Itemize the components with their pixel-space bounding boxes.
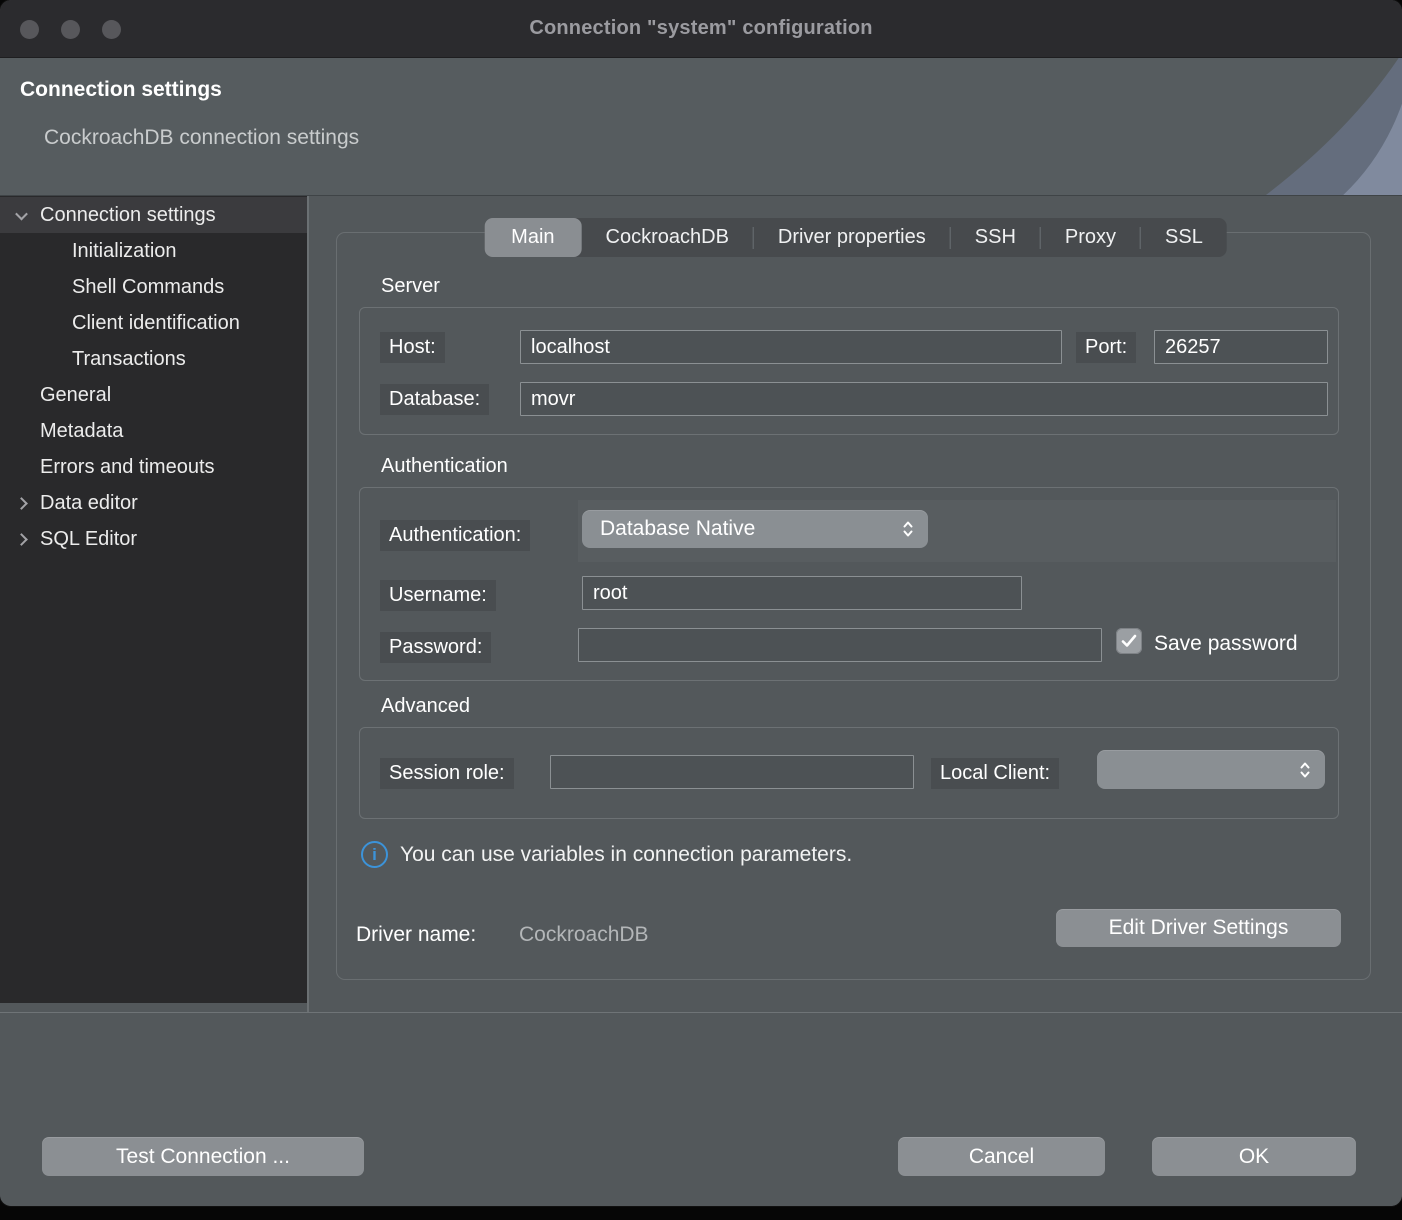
main-tab-panel: Server Host: Port: Database: Authenticat… xyxy=(336,232,1371,980)
page-subtitle: CockroachDB connection settings xyxy=(44,126,359,150)
username-input[interactable] xyxy=(582,576,1022,610)
driver-name-label: Driver name: xyxy=(356,923,476,947)
sidebar-item-transactions[interactable]: Transactions xyxy=(0,341,307,377)
sidebar-item-client-identification[interactable]: Client identification xyxy=(0,305,307,341)
banner-decoration xyxy=(1162,58,1402,196)
sidebar-item-shell-commands[interactable]: Shell Commands xyxy=(0,269,307,305)
save-password-checkbox[interactable] xyxy=(1116,628,1142,654)
port-label: Port: xyxy=(1076,332,1136,363)
tab-ssl[interactable]: SSL xyxy=(1141,218,1227,257)
save-password-label: Save password xyxy=(1154,632,1298,656)
tab-bar: Main CockroachDB Driver properties SSH P… xyxy=(484,218,1227,257)
password-label: Password: xyxy=(380,632,491,663)
tab-main[interactable]: Main xyxy=(484,218,581,257)
connection-config-dialog: Connection "system" configuration Connec… xyxy=(0,0,1402,1206)
host-input[interactable] xyxy=(520,330,1062,364)
chevron-right-icon[interactable] xyxy=(15,497,28,510)
sidebar-item-sql-editor[interactable]: SQL Editor xyxy=(0,521,307,557)
username-label: Username: xyxy=(380,580,496,611)
local-client-label: Local Client: xyxy=(931,758,1059,789)
authentication-label: Authentication: xyxy=(380,520,530,551)
authentication-group: Authentication: Database Native Username… xyxy=(359,487,1339,681)
chevron-down-icon[interactable] xyxy=(15,207,28,220)
database-input[interactable] xyxy=(520,382,1328,416)
chevron-up-down-icon xyxy=(1299,760,1311,780)
session-role-input[interactable] xyxy=(550,755,914,789)
page-title: Connection settings xyxy=(20,78,222,102)
server-group: Host: Port: Database: xyxy=(359,307,1339,435)
test-connection-button[interactable]: Test Connection ... xyxy=(42,1137,364,1176)
close-button[interactable] xyxy=(20,20,39,39)
tab-cockroachdb[interactable]: CockroachDB xyxy=(582,218,753,257)
cancel-button[interactable]: Cancel xyxy=(898,1137,1105,1176)
info-text: You can use variables in connection para… xyxy=(400,843,852,867)
tab-driver-properties[interactable]: Driver properties xyxy=(754,218,950,257)
chevron-right-icon[interactable] xyxy=(15,533,28,546)
main-area: Connection settings Initialization Shell… xyxy=(0,196,1402,1012)
window-controls xyxy=(20,20,121,39)
session-role-label: Session role: xyxy=(380,758,514,789)
settings-tree: Connection settings Initialization Shell… xyxy=(0,196,307,1003)
authentication-select[interactable]: Database Native xyxy=(582,510,928,548)
tab-ssh[interactable]: SSH xyxy=(951,218,1040,257)
local-client-select[interactable] xyxy=(1097,750,1325,789)
content-area: Main CockroachDB Driver properties SSH P… xyxy=(309,196,1402,1012)
database-label: Database: xyxy=(380,384,489,415)
info-icon: i xyxy=(361,841,388,868)
port-input[interactable] xyxy=(1154,330,1328,364)
sidebar-item-initialization[interactable]: Initialization xyxy=(0,233,307,269)
advanced-group-label: Advanced xyxy=(381,695,470,718)
edit-driver-settings-button[interactable]: Edit Driver Settings xyxy=(1056,909,1341,947)
ok-button[interactable]: OK xyxy=(1152,1137,1356,1176)
titlebar: Connection "system" configuration xyxy=(0,0,1402,58)
header-banner: Connection settings CockroachDB connecti… xyxy=(0,58,1402,196)
password-input[interactable] xyxy=(578,628,1102,662)
driver-name-value: CockroachDB xyxy=(519,923,649,947)
sidebar-item-metadata[interactable]: Metadata xyxy=(0,413,307,449)
chevron-up-down-icon xyxy=(902,519,914,539)
authentication-group-label: Authentication xyxy=(381,455,508,478)
sidebar-item-connection-settings[interactable]: Connection settings xyxy=(0,197,307,233)
sidebar-item-errors-and-timeouts[interactable]: Errors and timeouts xyxy=(0,449,307,485)
tab-proxy[interactable]: Proxy xyxy=(1041,218,1140,257)
server-group-label: Server xyxy=(381,275,440,298)
dialog-footer: Test Connection ... Cancel OK xyxy=(0,1012,1402,1206)
sidebar-item-data-editor[interactable]: Data editor xyxy=(0,485,307,521)
minimize-button[interactable] xyxy=(61,20,80,39)
advanced-group: Session role: Local Client: xyxy=(359,727,1339,819)
window-title: Connection "system" configuration xyxy=(529,17,872,40)
zoom-button[interactable] xyxy=(102,20,121,39)
host-label: Host: xyxy=(380,332,445,363)
checkmark-icon xyxy=(1121,634,1137,648)
sidebar-item-general[interactable]: General xyxy=(0,377,307,413)
